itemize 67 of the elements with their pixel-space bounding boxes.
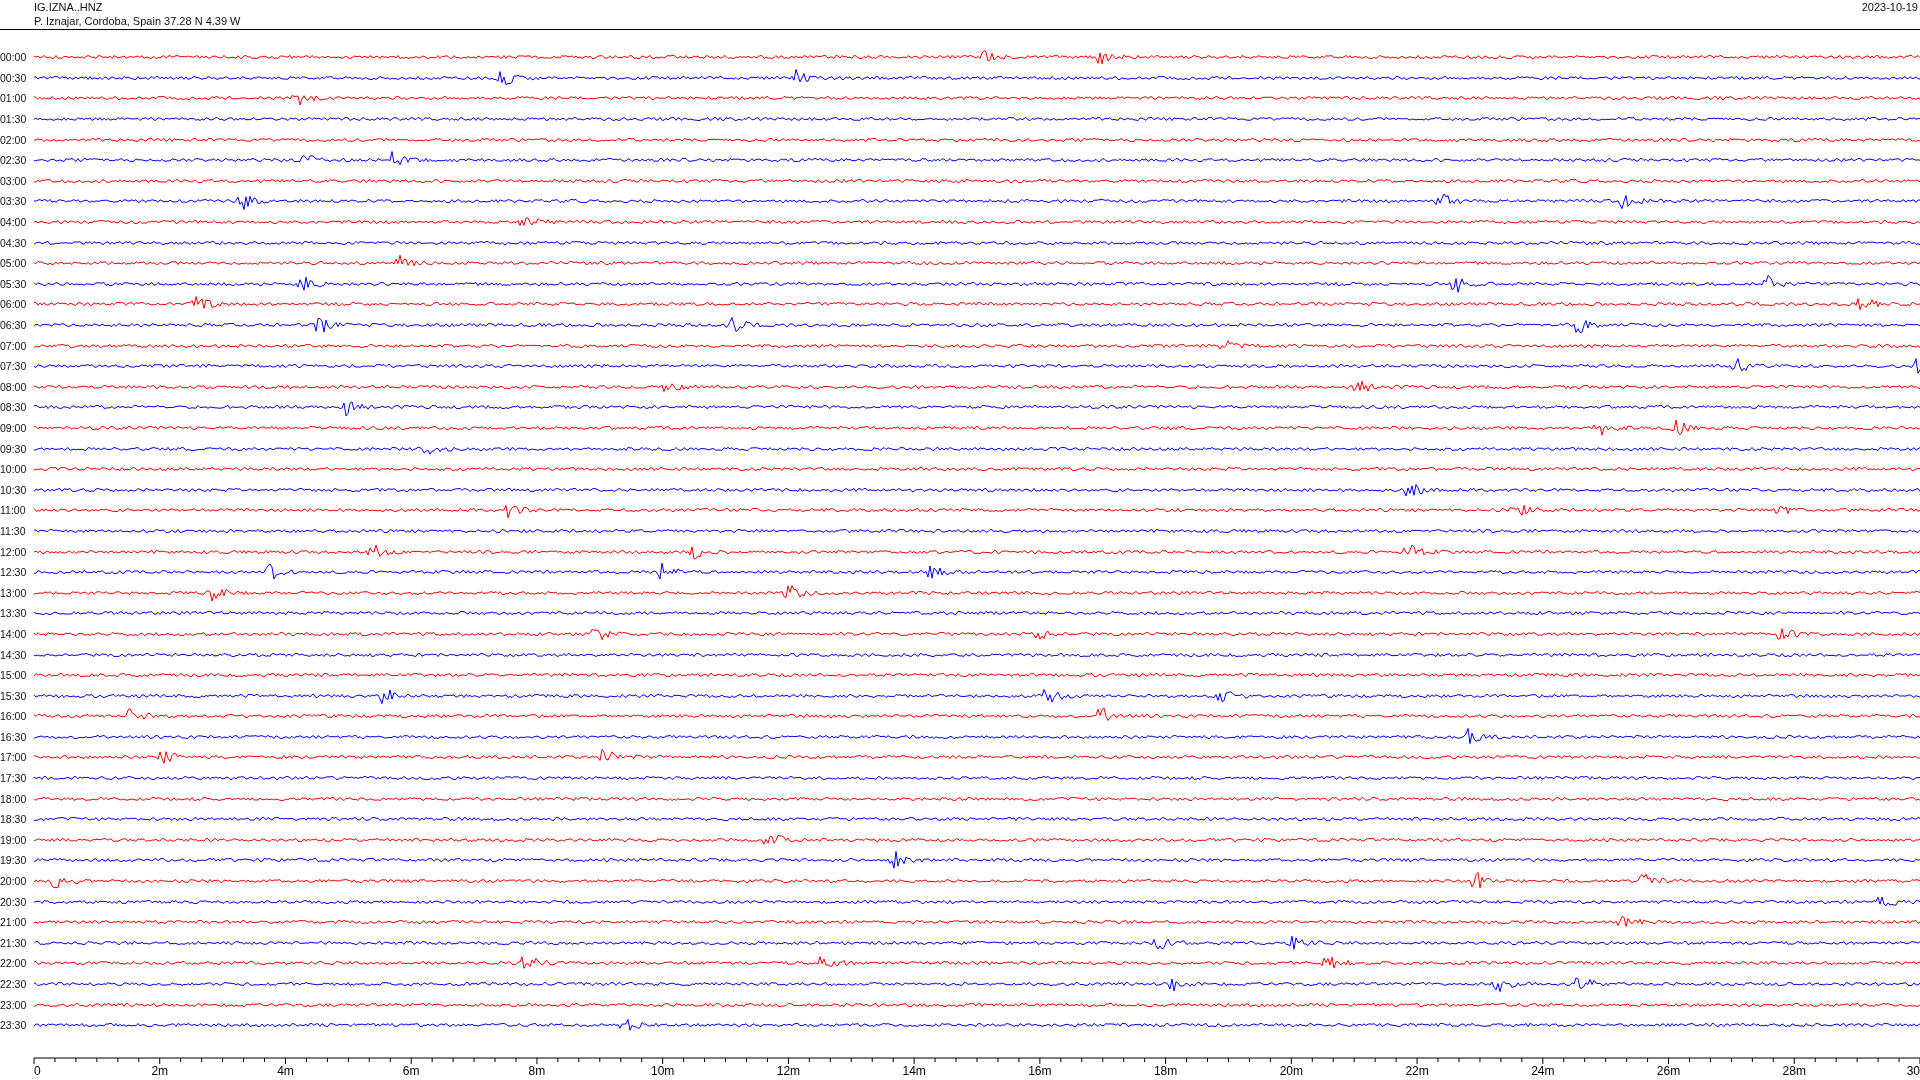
time-label: 07:30 bbox=[0, 360, 28, 373]
time-label: 19:30 bbox=[0, 854, 28, 867]
time-label: 06:30 bbox=[0, 319, 28, 331]
time-label: 08:30 bbox=[0, 401, 28, 414]
axis-label: 30 bbox=[1906, 1063, 1920, 1078]
axis-label: 18m bbox=[1153, 1063, 1178, 1078]
time-label: 06:00 bbox=[0, 298, 28, 311]
time-label: 04:30 bbox=[0, 236, 28, 249]
time-label: 08:00 bbox=[0, 380, 28, 393]
time-label: 02:00 bbox=[0, 133, 28, 146]
axis-label: 4m bbox=[277, 1063, 294, 1078]
time-label: 16:00 bbox=[0, 710, 28, 723]
time-label: 17:30 bbox=[0, 772, 28, 785]
time-label: 19:00 bbox=[0, 833, 28, 846]
time-label: 05:30 bbox=[0, 277, 28, 290]
axis-label: 2m bbox=[151, 1063, 169, 1078]
axis-label: 16m bbox=[1028, 1063, 1052, 1078]
time-label: 16:30 bbox=[0, 730, 28, 743]
axis-label: 26m bbox=[1656, 1063, 1681, 1078]
time-label: 10:30 bbox=[0, 483, 28, 496]
axis-label: 20m bbox=[1279, 1063, 1303, 1078]
time-label: 09:00 bbox=[0, 422, 28, 434]
time-label: 12:00 bbox=[0, 545, 28, 558]
axis-label: 8m bbox=[528, 1063, 546, 1078]
time-label: 22:00 bbox=[0, 957, 28, 970]
time-label: 03:30 bbox=[0, 195, 28, 208]
time-label: 15:00 bbox=[0, 669, 28, 682]
date-label: 2023-10-19 bbox=[1861, 0, 1918, 15]
station-code: IG.IZNA..HNZ bbox=[34, 0, 104, 14]
station-location: P. Iznajar, Cordoba, Spain 37.28 N 4.39 W bbox=[34, 14, 241, 28]
time-label: 20:30 bbox=[0, 895, 28, 908]
time-label: 17:00 bbox=[0, 751, 28, 764]
axis-label: 28m bbox=[1782, 1063, 1806, 1078]
axis-label: 14m bbox=[902, 1063, 926, 1078]
time-label: 13:00 bbox=[0, 586, 28, 599]
time-label: 18:30 bbox=[0, 813, 28, 826]
time-label: 02:30 bbox=[0, 154, 28, 167]
time-label: 23:30 bbox=[0, 1019, 28, 1032]
time-label: 13:30 bbox=[0, 607, 28, 620]
time-label: 09:30 bbox=[0, 442, 28, 455]
time-label: 15:30 bbox=[0, 689, 28, 702]
time-label: 01:00 bbox=[0, 92, 28, 105]
time-label: 21:00 bbox=[0, 916, 28, 929]
axis-label: 24m bbox=[1531, 1063, 1555, 1078]
time-label: 07:00 bbox=[0, 339, 28, 352]
axis-label: 22m bbox=[1405, 1063, 1429, 1078]
time-label: 18:00 bbox=[0, 792, 28, 805]
time-label: 12:30 bbox=[0, 566, 28, 579]
time-label: 00:30 bbox=[0, 71, 28, 84]
time-label: 03:00 bbox=[0, 174, 28, 187]
time-label: 00:00 bbox=[0, 51, 28, 64]
time-label: 22:30 bbox=[0, 978, 28, 990]
axis-label: 6m bbox=[402, 1063, 420, 1078]
time-label: 11:00 bbox=[0, 504, 27, 517]
time-label: 14:00 bbox=[0, 627, 28, 640]
axis-label: 10m bbox=[651, 1063, 675, 1078]
time-label: 11:30 bbox=[0, 524, 27, 537]
time-label: 21:30 bbox=[0, 936, 28, 949]
time-label: 20:00 bbox=[0, 875, 28, 888]
time-label: 14:30 bbox=[0, 648, 28, 661]
time-label: 05:00 bbox=[0, 257, 28, 270]
time-label: 01:30 bbox=[0, 113, 28, 126]
axis-label: 12m bbox=[776, 1063, 801, 1078]
time-label: 04:00 bbox=[0, 216, 28, 229]
axis-label: 0 bbox=[34, 1063, 41, 1078]
time-label: 23:00 bbox=[0, 998, 28, 1011]
time-label: 10:00 bbox=[0, 463, 28, 476]
